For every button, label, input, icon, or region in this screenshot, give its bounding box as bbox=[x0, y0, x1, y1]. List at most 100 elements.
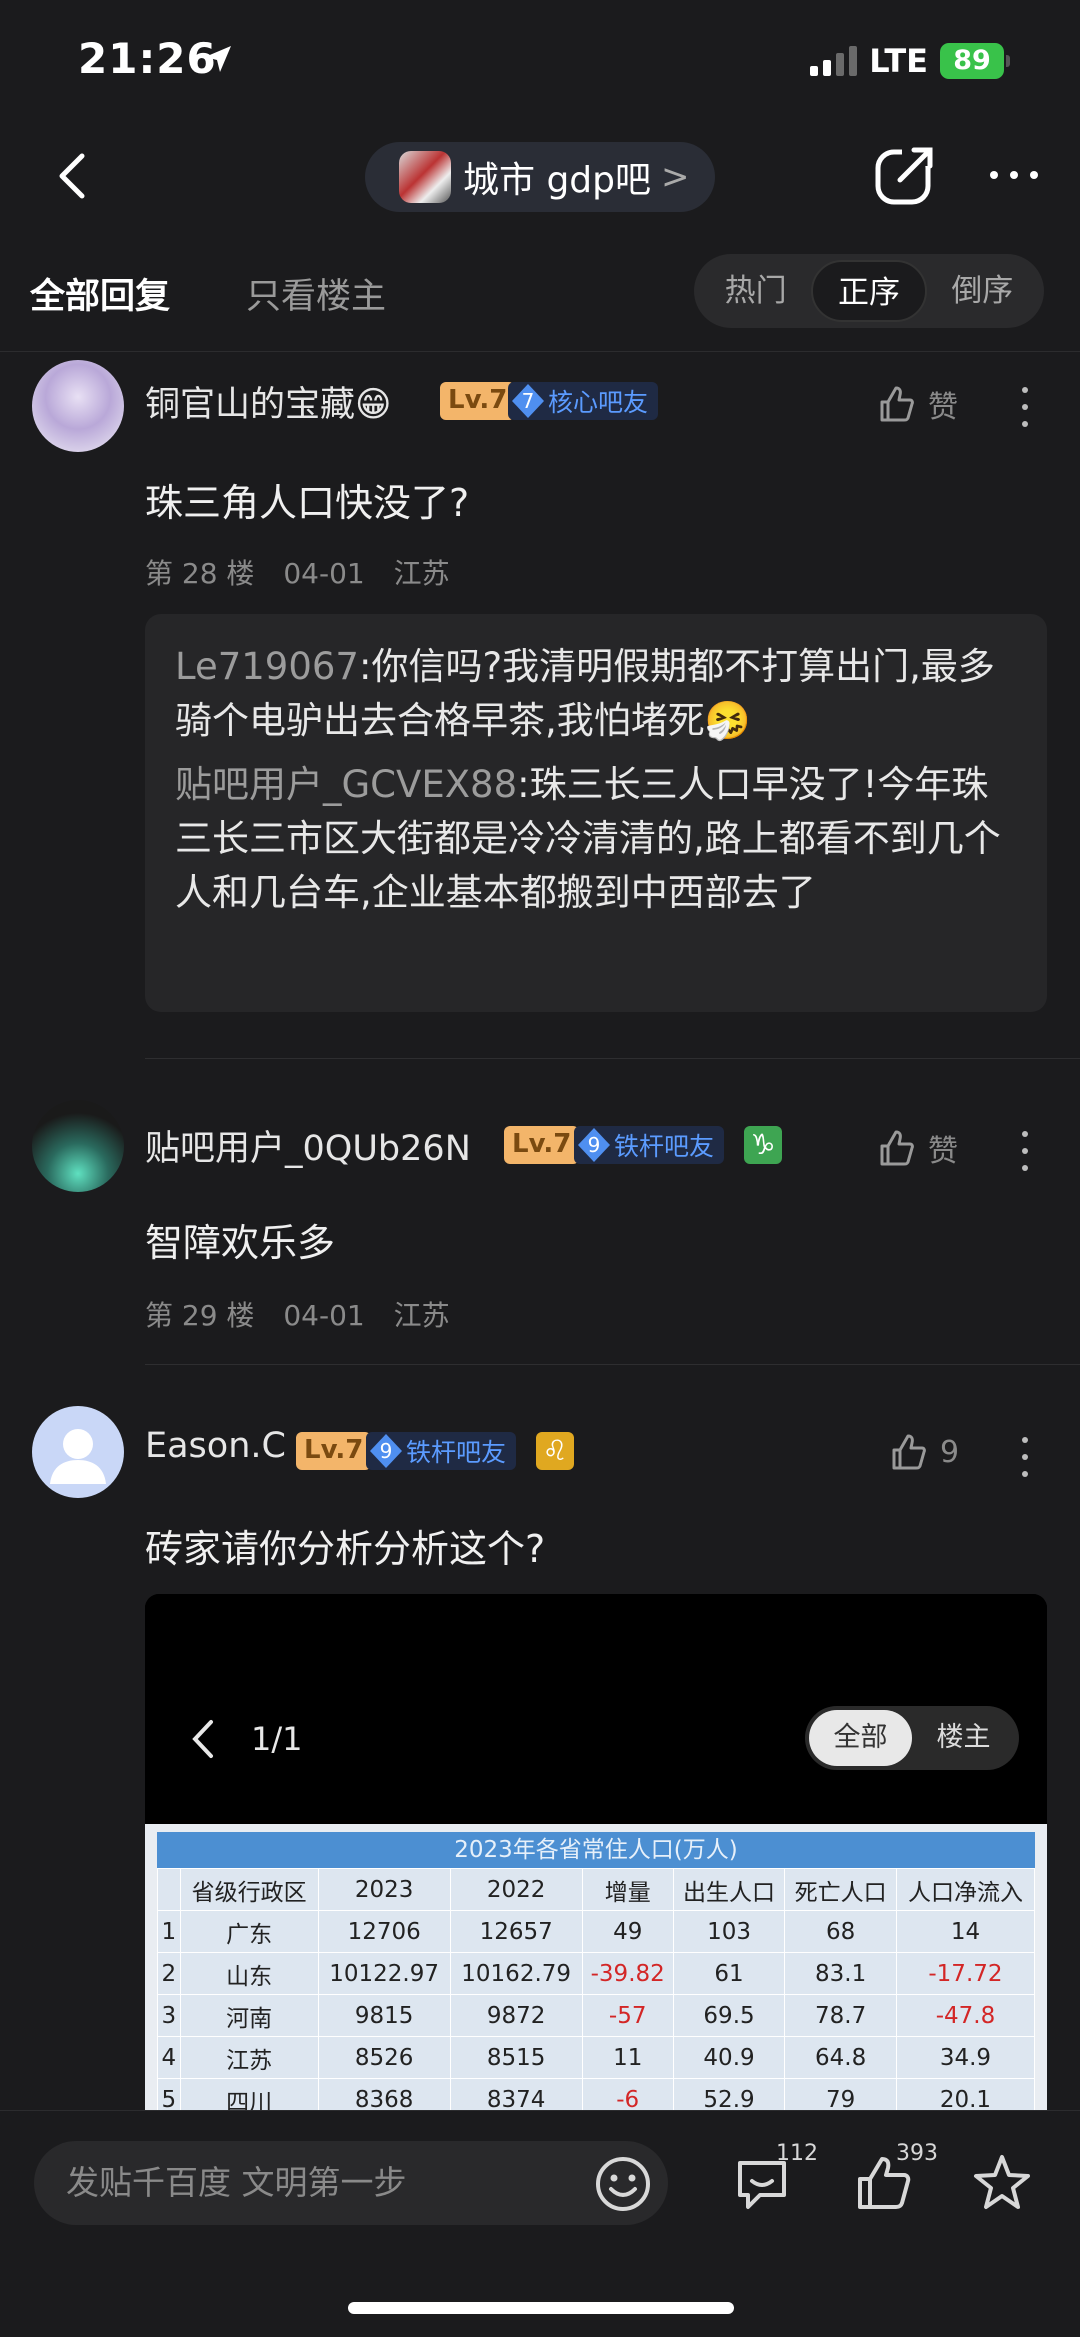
tab-op-only[interactable]: 只看楼主 bbox=[246, 268, 386, 319]
avatar[interactable] bbox=[32, 1406, 124, 1498]
image-viewer-header: 1/1 全部 楼主 bbox=[145, 1594, 1047, 1824]
like-button[interactable]: 9 bbox=[888, 1432, 959, 1472]
table-cell: -47.8 bbox=[895, 1994, 1036, 2037]
diamond-icon: 7 bbox=[508, 382, 548, 420]
table-cell: 61 bbox=[672, 1952, 786, 1995]
table-cell: 68 bbox=[784, 1910, 897, 1953]
table-cell: -57 bbox=[581, 1994, 674, 2037]
network-label: LTE bbox=[869, 42, 928, 80]
sort-descending[interactable]: 倒序 bbox=[927, 260, 1038, 322]
post-date: 04-01 bbox=[283, 557, 365, 590]
table-cell: 103 bbox=[672, 1910, 786, 1953]
sub-replies-box[interactable]: Le719067:你信吗?我清明假期都不打算出门,最多骑个电驴出去合格早茶,我怕… bbox=[145, 614, 1047, 1012]
table-row: 4 江苏 8526 8515 11 40.9 64.8 34.9 bbox=[157, 2036, 1036, 2079]
post-location: 江苏 bbox=[393, 1299, 450, 1332]
status-time: 21:26 bbox=[78, 34, 217, 83]
table-header-row: 省级行政区 2023 2022 增量 出生人口 死亡人口 人口净流入 bbox=[157, 1868, 1036, 1911]
floor-number: 第 28 楼 bbox=[145, 557, 255, 590]
like-button[interactable]: 赞 bbox=[876, 1126, 958, 1170]
table-cell: 4 bbox=[157, 2036, 181, 2079]
badge-number: 7 bbox=[521, 389, 535, 413]
table-cell: 20.1 bbox=[895, 2078, 1036, 2114]
star-icon[interactable] bbox=[970, 2151, 1034, 2215]
table-cell: 3 bbox=[157, 1994, 181, 2037]
username[interactable]: Eason.C bbox=[145, 1426, 286, 1466]
table-cell: -6 bbox=[581, 2078, 674, 2114]
table-cell: 49 bbox=[581, 1910, 674, 1953]
nav-bar: 城市 gdp吧 > bbox=[0, 120, 1080, 230]
comment-count: 112 bbox=[776, 2141, 818, 2166]
post-content: 砖家请你分析分析这个? bbox=[145, 1527, 546, 1571]
table-cell: 四川 bbox=[179, 2078, 319, 2114]
like-button[interactable]: 赞 bbox=[876, 382, 958, 426]
filter-all[interactable]: 全部 bbox=[809, 1710, 912, 1766]
post-more-icon[interactable] bbox=[1010, 1126, 1040, 1176]
level-badge: Lv.7 bbox=[504, 1126, 580, 1164]
table-title: 2023年各省常住人口(万人) bbox=[157, 1832, 1035, 1868]
status-right: LTE 89 bbox=[810, 42, 1010, 80]
reply-tabs-bar: 全部回复 只看楼主 热门 正序 倒序 bbox=[0, 230, 1080, 352]
forum-avatar bbox=[399, 151, 451, 203]
table-cell: 10122.97 bbox=[317, 1952, 451, 1995]
like-total: 393 bbox=[896, 2141, 938, 2166]
table-header: 省级行政区 bbox=[179, 1868, 319, 1911]
table-row: 5 四川 8368 8374 -6 52.9 79 20.1 bbox=[157, 2078, 1036, 2114]
badge-label: 铁杆吧友 bbox=[406, 1438, 507, 1467]
tab-all-replies[interactable]: 全部回复 bbox=[30, 268, 170, 319]
avatar[interactable] bbox=[32, 1100, 124, 1192]
location-arrow-icon bbox=[205, 46, 231, 72]
table-cell: 69.5 bbox=[672, 1994, 786, 2037]
badge-label: 核心吧友 bbox=[548, 388, 649, 417]
username[interactable]: 铜官山的宝藏😁 bbox=[145, 376, 392, 427]
table-cell: 8368 bbox=[317, 2078, 451, 2114]
username[interactable]: 贴吧用户_0QUb26N bbox=[145, 1120, 471, 1171]
table-cell: 山东 bbox=[179, 1952, 319, 1995]
fan-badge[interactable]: 9 铁杆吧友 bbox=[574, 1126, 725, 1164]
table-header: 增量 bbox=[581, 1868, 674, 1911]
forum-name: 城市 gdp吧 bbox=[463, 160, 651, 201]
signal-icon bbox=[810, 46, 858, 76]
more-icon[interactable] bbox=[984, 150, 1044, 200]
post-image[interactable]: 1/1 全部 楼主 2023年各省常住人口(万人) 省级行政区 2023 202… bbox=[145, 1594, 1047, 2114]
filter-op[interactable]: 楼主 bbox=[912, 1710, 1015, 1766]
emoji-icon[interactable] bbox=[594, 2155, 652, 2213]
post-more-icon[interactable] bbox=[1010, 1432, 1040, 1482]
divider bbox=[145, 1058, 1080, 1059]
table-header: 人口净流入 bbox=[895, 1868, 1036, 1911]
sub-reply-user[interactable]: 贴吧用户_GCVEX88 bbox=[175, 763, 517, 806]
avatar[interactable] bbox=[32, 360, 124, 452]
post-date: 04-01 bbox=[283, 1299, 365, 1332]
table-cell: 河南 bbox=[179, 1994, 319, 2037]
fan-badge[interactable]: 7 核心吧友 bbox=[508, 382, 659, 420]
sort-ascending[interactable]: 正序 bbox=[811, 260, 927, 322]
status-bar: 21:26 LTE 89 bbox=[0, 0, 1080, 120]
comment-input[interactable]: 发贴千百度 文明第一步 bbox=[34, 2141, 668, 2225]
post-more-icon[interactable] bbox=[1010, 382, 1040, 432]
like-label: 赞 bbox=[928, 390, 958, 425]
table-cell: 江苏 bbox=[179, 2036, 319, 2079]
table-cell: 8374 bbox=[449, 2078, 583, 2114]
table-header: 死亡人口 bbox=[784, 1868, 897, 1911]
table-cell: 78.7 bbox=[784, 1994, 897, 2037]
population-table: 省级行政区 2023 2022 增量 出生人口 死亡人口 人口净流入 1 广东 12… bbox=[157, 1868, 1036, 2114]
forum-pill[interactable]: 城市 gdp吧 > bbox=[365, 142, 715, 212]
thumbs-up-icon bbox=[880, 1130, 914, 1166]
table-cell: 34.9 bbox=[895, 2036, 1036, 2079]
table-cell: 9815 bbox=[317, 1994, 451, 2037]
sort-hot[interactable]: 热门 bbox=[700, 260, 811, 322]
fan-badge[interactable]: 9 铁杆吧友 bbox=[366, 1432, 517, 1470]
compose-icon[interactable] bbox=[872, 142, 938, 208]
table-cell: 1 bbox=[157, 1910, 181, 1953]
badge-number: 9 bbox=[379, 1439, 393, 1463]
table-cell: 11 bbox=[581, 2036, 674, 2079]
table-cell: 5 bbox=[157, 2078, 181, 2114]
home-indicator[interactable] bbox=[348, 2302, 734, 2314]
image-back-icon[interactable] bbox=[185, 1714, 221, 1764]
back-icon[interactable] bbox=[44, 146, 100, 206]
table-cell: 52.9 bbox=[672, 2078, 786, 2114]
table-cell: 12706 bbox=[317, 1910, 451, 1953]
reply-post: 贴吧用户_0QUb26N Lv.7 9 铁杆吧友 ♑ 赞 智障欢乐多 第 29 … bbox=[0, 1098, 1080, 1358]
sub-reply-user[interactable]: Le719067 bbox=[175, 645, 359, 688]
floor-number: 第 29 楼 bbox=[145, 1299, 255, 1332]
table-cell: 10162.79 bbox=[449, 1952, 583, 1995]
